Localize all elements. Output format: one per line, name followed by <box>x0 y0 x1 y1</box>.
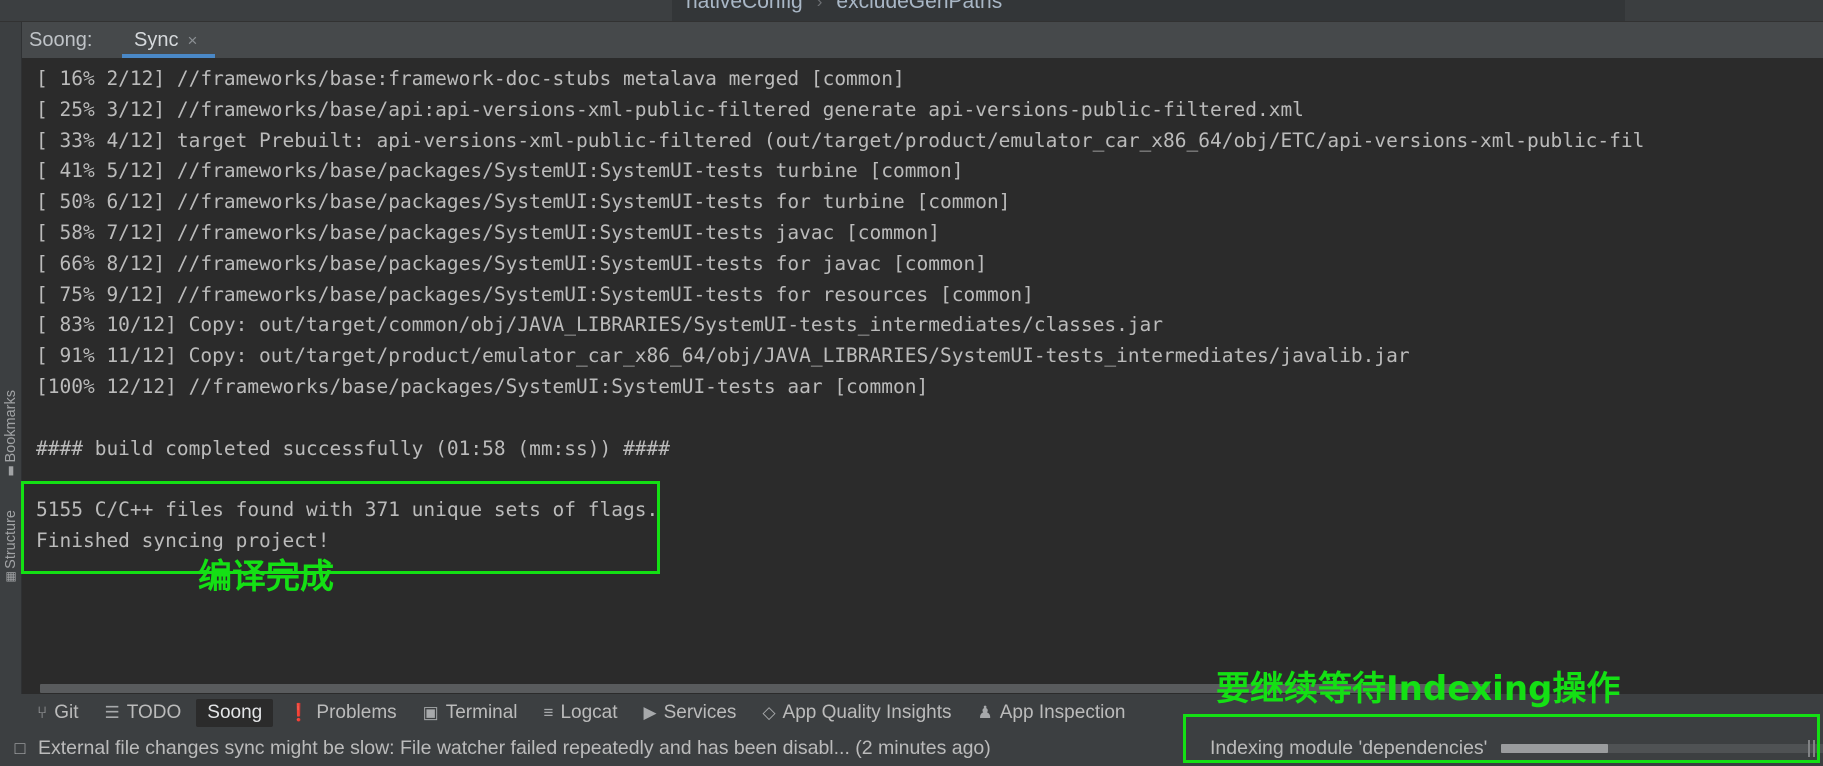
tab-sync[interactable]: Sync × <box>125 22 206 58</box>
console-line: [ 75% 9/12] //frameworks/base/packages/S… <box>36 282 1034 306</box>
left-tool-rail: Bookmarks ▮ Structure ▦ <box>0 22 22 694</box>
chevron-right-icon: › <box>816 0 823 11</box>
sidebar-item-bookmarks-label: Bookmarks <box>3 390 19 463</box>
tool-window-header: Soong: Sync × <box>22 22 1823 58</box>
console-line: [ 91% 11/12] Copy: out/target/product/em… <box>36 344 1410 368</box>
indexing-progress-bar <box>1501 744 1823 753</box>
tool-window-title: Soong: <box>29 28 93 51</box>
inspection-icon: ♟ <box>977 703 993 722</box>
bottom-bar-item-terminal[interactable]: ▣ Terminal <box>412 699 529 727</box>
indexing-status-label: Indexing module 'dependencies' <box>1210 737 1488 759</box>
bottom-bar-item-problems[interactable]: ❗ Problems <box>277 699 407 727</box>
sidebar-item-bookmarks[interactable]: Bookmarks ▮ <box>0 390 22 477</box>
bottom-bar-item-label: Soong <box>207 701 263 723</box>
status-bar-message[interactable]: External file changes sync might be slow… <box>38 737 991 760</box>
close-icon[interactable]: × <box>187 32 197 49</box>
todo-list-icon: ☰ <box>104 703 120 722</box>
sidebar-item-structure[interactable]: Structure ▦ <box>0 510 22 583</box>
services-play-icon: ▶ <box>643 703 657 722</box>
breadcrumb-item-nativeconfig[interactable]: nativeConfig <box>686 0 803 13</box>
bottom-bar-item-services[interactable]: ▶ Services <box>633 699 748 727</box>
bottom-bar-item-label: Services <box>663 701 737 723</box>
diamond-icon: ◇ <box>762 703 776 722</box>
console-line: [ 25% 3/12] //frameworks/base/api:api-ve… <box>36 97 1304 121</box>
bottom-bar-item-label: Logcat <box>560 701 618 723</box>
bookmark-icon: ▮ <box>7 462 15 477</box>
tab-sync-label: Sync <box>134 28 179 51</box>
annotation-label-indexing: 要继续等待Indexing操作 <box>1216 669 1621 709</box>
resize-grip-icon[interactable] <box>1808 740 1817 757</box>
bottom-bar-item-logcat[interactable]: ≡ Logcat <box>533 699 629 727</box>
console-line: [ 83% 10/12] Copy: out/target/common/obj… <box>36 313 1164 337</box>
bottom-bar-item-git[interactable]: ⑂ Git <box>26 699 89 727</box>
notification-icon[interactable]: □ <box>8 738 32 759</box>
breadcrumb-track: nativeConfig › excludeGenPaths <box>672 0 1625 21</box>
git-branch-icon: ⑂ <box>37 703 48 722</box>
structure-icon: ▦ <box>5 568 17 583</box>
console-line: 5155 C/C++ files found with 371 unique s… <box>36 498 659 522</box>
console-line: [ 33% 4/12] target Prebuilt: api-version… <box>36 128 1645 152</box>
breadcrumb-left-padding <box>0 0 672 21</box>
status-bar: □ External file changes sync might be sl… <box>0 731 1823 766</box>
console-line: [100% 12/12] //frameworks/base/packages/… <box>36 375 929 398</box>
breadcrumb-right-padding <box>1625 0 1823 21</box>
console-line: [ 50% 6/12] //frameworks/base/packages/S… <box>36 190 1011 214</box>
ide-window: nativeConfig › excludeGenPaths Bookmarks… <box>0 0 1823 766</box>
bottom-bar-item-label: Git <box>54 701 79 723</box>
bottom-bar-item-app-inspection[interactable]: ♟ App Inspection <box>967 699 1137 727</box>
terminal-icon: ▣ <box>422 703 439 722</box>
logcat-icon: ≡ <box>543 703 554 722</box>
bottom-bar-item-todo[interactable]: ☰ TODO <box>93 699 192 727</box>
console-line: Finished syncing project! <box>36 529 330 552</box>
annotation-label-build-complete: 编译完成 <box>198 557 334 597</box>
bottom-bar-item-soong[interactable]: Soong <box>196 698 274 727</box>
bottom-bar-item-label: App Quality Insights <box>782 701 952 723</box>
bottom-bar-item-label: App Inspection <box>999 701 1126 723</box>
sidebar-item-structure-label: Structure <box>3 510 19 569</box>
warning-info-icon: ❗ <box>288 703 310 722</box>
bottom-bar-item-label: TODO <box>126 701 182 723</box>
console-line: [ 66% 8/12] //frameworks/base/packages/S… <box>36 251 987 275</box>
console-line: #### build completed successfully (01:58… <box>36 436 670 460</box>
bottom-bar-item-label: Terminal <box>445 701 518 723</box>
indexing-progress-fill <box>1501 744 1608 753</box>
bottom-bar-item-app-quality-insights[interactable]: ◇ App Quality Insights <box>751 699 962 727</box>
console-line: [ 41% 5/12] //frameworks/base/packages/S… <box>36 159 964 183</box>
indexing-status[interactable]: Indexing module 'dependencies' <box>1210 731 1823 766</box>
breadcrumb-item-excludegenpaths[interactable]: excludeGenPaths <box>836 0 1002 13</box>
breadcrumb-bar: nativeConfig › excludeGenPaths <box>0 0 1823 22</box>
bottom-bar-item-label: Problems <box>316 701 397 723</box>
console-line: [ 58% 7/12] //frameworks/base/packages/S… <box>36 221 940 244</box>
console-line: [ 16% 2/12] //frameworks/base:framework-… <box>36 67 905 90</box>
